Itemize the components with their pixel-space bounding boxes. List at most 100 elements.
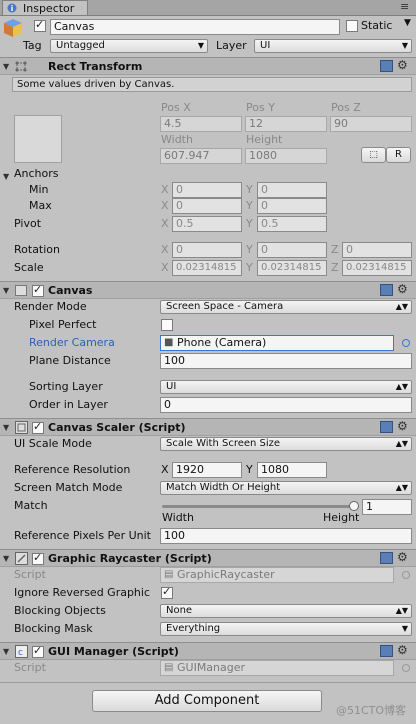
divider bbox=[0, 682, 416, 683]
gameobject-name-input[interactable]: Canvas bbox=[50, 19, 340, 35]
plane-distance-input[interactable]: 100 bbox=[160, 353, 412, 369]
match-slider-track[interactable] bbox=[162, 505, 354, 508]
component-enabled-checkbox[interactable] bbox=[32, 644, 44, 658]
reference-ppu-input[interactable]: 100 bbox=[160, 528, 412, 544]
axis-y-label: Y bbox=[246, 217, 253, 230]
component-enabled-checkbox[interactable] bbox=[32, 551, 44, 565]
axis-y-label: Y bbox=[246, 261, 253, 274]
rotation-x-input[interactable]: 0 bbox=[172, 242, 242, 258]
render-mode-dropdown[interactable]: Screen Space - Camera ▲▼ bbox=[160, 300, 412, 314]
scale-x-input[interactable]: 0.02314815 bbox=[172, 260, 242, 276]
static-checkbox[interactable] bbox=[346, 20, 358, 32]
blueprint-mode-button[interactable]: ⬚ bbox=[361, 147, 386, 163]
render-camera-field[interactable]: ■ Phone (Camera) bbox=[160, 335, 394, 351]
reference-resolution-y-input[interactable]: 1080 bbox=[257, 462, 327, 478]
pivot-x-input[interactable]: 0.5 bbox=[172, 216, 242, 232]
settings-gear-icon[interactable]: ⚙ bbox=[397, 419, 408, 433]
scale-y-input[interactable]: 0.02314815 bbox=[257, 260, 327, 276]
help-book-icon[interactable] bbox=[380, 284, 393, 296]
anchor-min-label: Min bbox=[29, 183, 49, 196]
settings-gear-icon[interactable]: ⚙ bbox=[397, 643, 408, 657]
rotation-y-input[interactable]: 0 bbox=[257, 242, 327, 258]
anchor-min-x-input[interactable]: 0 bbox=[172, 182, 242, 198]
foldout-arrow-icon[interactable]: ▼ bbox=[3, 554, 9, 563]
screen-match-mode-dropdown[interactable]: Match Width Or Height ▲▼ bbox=[160, 481, 412, 495]
script-value: GraphicRaycaster bbox=[177, 568, 275, 581]
pos-x-input[interactable]: 4.5 bbox=[160, 116, 242, 132]
raw-edit-button[interactable]: R bbox=[386, 147, 411, 163]
help-book-icon[interactable] bbox=[380, 60, 393, 72]
reference-resolution-x-input[interactable]: 1920 bbox=[172, 462, 242, 478]
rect-transform-header[interactable]: ▼ Rect Transform ⚙ bbox=[0, 57, 416, 75]
foldout-arrow-icon[interactable]: ▼ bbox=[3, 647, 9, 656]
pixel-perfect-checkbox[interactable] bbox=[161, 319, 173, 331]
layer-dropdown[interactable]: UI ▼ bbox=[254, 39, 412, 53]
tag-label: Tag bbox=[23, 39, 42, 52]
chevron-down-icon: ▲▼ bbox=[395, 483, 408, 492]
axis-z-label: Z bbox=[331, 261, 339, 274]
axis-y-label: Y bbox=[246, 199, 253, 212]
layer-label: Layer bbox=[216, 39, 247, 52]
order-in-layer-input[interactable]: 0 bbox=[160, 397, 412, 413]
scale-z-input[interactable]: 0.02314815 bbox=[342, 260, 412, 276]
component-enabled-checkbox[interactable] bbox=[32, 420, 44, 434]
object-picker-icon bbox=[402, 664, 410, 672]
component-enabled-checkbox[interactable] bbox=[32, 283, 44, 297]
blocking-objects-label: Blocking Objects bbox=[14, 604, 106, 617]
order-in-layer-label: Order in Layer bbox=[29, 398, 108, 411]
settings-gear-icon[interactable]: ⚙ bbox=[397, 550, 408, 564]
pivot-y-input[interactable]: 0.5 bbox=[257, 216, 327, 232]
foldout-arrow-icon[interactable]: ▼ bbox=[3, 423, 9, 432]
ui-scale-mode-dropdown[interactable]: Scale With Screen Size ▲▼ bbox=[160, 437, 412, 451]
tag-dropdown[interactable]: Untagged ▼ bbox=[50, 39, 208, 53]
chevron-down-icon: ▼ bbox=[401, 41, 408, 50]
graphic-raycaster-header[interactable]: ▼ Graphic Raycaster (Script) ⚙ bbox=[0, 549, 416, 567]
screen-match-mode-value: Match Width Or Height bbox=[166, 482, 281, 493]
match-width-caption: Width bbox=[162, 511, 194, 524]
help-book-icon[interactable] bbox=[380, 552, 393, 564]
blocking-objects-dropdown[interactable]: None ▲▼ bbox=[160, 604, 412, 618]
settings-gear-icon[interactable]: ⚙ bbox=[397, 58, 408, 72]
add-component-button[interactable]: Add Component bbox=[92, 690, 322, 712]
width-input[interactable]: 607.947 bbox=[160, 148, 242, 164]
match-value-input[interactable]: 1 bbox=[362, 499, 412, 515]
active-checkbox[interactable] bbox=[34, 18, 46, 32]
tab-menu-icon[interactable]: ≡ bbox=[400, 0, 409, 13]
match-label: Match bbox=[14, 499, 48, 512]
anchor-max-y-input[interactable]: 0 bbox=[257, 198, 327, 214]
driven-values-hint: Some values driven by Canvas. bbox=[12, 77, 412, 92]
axis-x-label: X bbox=[161, 199, 169, 212]
anchor-max-x-input[interactable]: 0 bbox=[172, 198, 242, 214]
render-mode-value: Screen Space - Camera bbox=[166, 301, 284, 312]
ignore-reversed-checkbox[interactable] bbox=[161, 585, 173, 599]
anchor-presets-button[interactable] bbox=[14, 115, 62, 163]
rotation-z-input[interactable]: 0 bbox=[342, 242, 412, 258]
help-book-icon[interactable] bbox=[380, 421, 393, 433]
object-picker-icon bbox=[402, 571, 410, 579]
blocking-mask-value: Everything bbox=[166, 623, 221, 634]
script-file-icon: ▤ bbox=[164, 662, 174, 673]
object-picker-icon[interactable] bbox=[402, 339, 410, 347]
gui-manager-header[interactable]: ▼ c GUI Manager (Script) ⚙ bbox=[0, 642, 416, 660]
pos-y-input[interactable]: 12 bbox=[245, 116, 327, 132]
foldout-arrow-icon[interactable]: ▼ bbox=[3, 286, 9, 295]
plane-distance-label: Plane Distance bbox=[29, 354, 111, 367]
scale-label: Scale bbox=[14, 261, 44, 274]
match-slider-handle[interactable] bbox=[349, 501, 359, 511]
help-book-icon[interactable] bbox=[380, 645, 393, 657]
anchor-min-y-input[interactable]: 0 bbox=[257, 182, 327, 198]
canvas-header[interactable]: ▼ Canvas ⚙ bbox=[0, 281, 416, 299]
anchors-foldout-icon[interactable]: ▼ bbox=[3, 172, 9, 181]
height-input[interactable]: 1080 bbox=[245, 148, 327, 164]
render-mode-label: Render Mode bbox=[14, 300, 87, 313]
blocking-mask-dropdown[interactable]: Everything ▼ bbox=[160, 622, 412, 636]
canvas-scaler-header[interactable]: ▼ Canvas Scaler (Script) ⚙ bbox=[0, 418, 416, 436]
foldout-arrow-icon[interactable]: ▼ bbox=[3, 62, 9, 71]
tag-value: Untagged bbox=[56, 40, 105, 51]
component-title: Rect Transform bbox=[48, 60, 143, 73]
sorting-layer-dropdown[interactable]: UI ▲▼ bbox=[160, 380, 412, 394]
settings-gear-icon[interactable]: ⚙ bbox=[397, 282, 408, 296]
tab-inspector[interactable]: Inspector bbox=[2, 0, 88, 15]
static-dropdown-icon[interactable]: ▼ bbox=[404, 18, 411, 28]
pos-z-input[interactable]: 90 bbox=[330, 116, 412, 132]
